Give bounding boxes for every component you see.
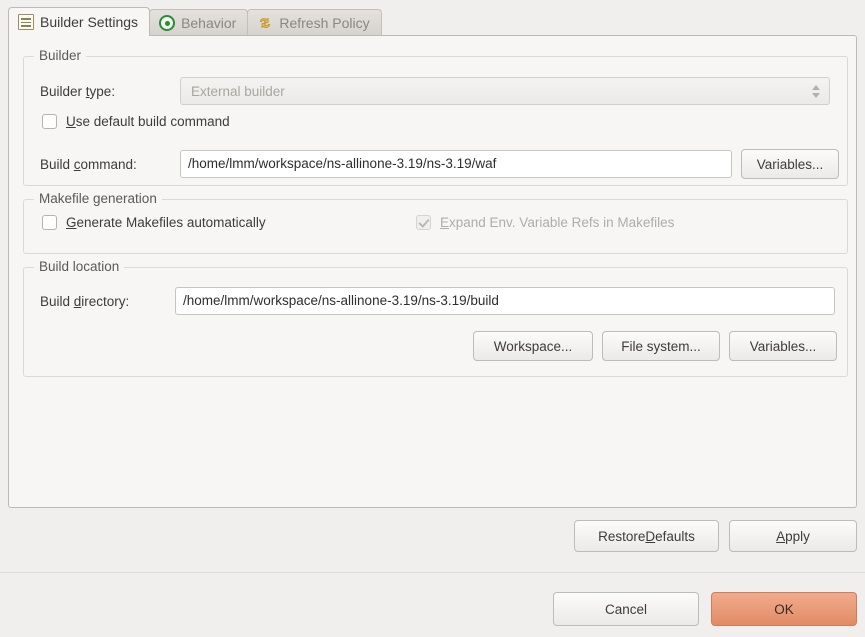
- tab-behavior[interactable]: Behavior: [149, 9, 249, 36]
- build-command-label-post: ommand:: [80, 156, 137, 172]
- tab-builder-settings-label: Builder Settings: [40, 14, 139, 30]
- tab-refresh-policy-label: Refresh Policy: [279, 15, 370, 31]
- makefile-generation-group: Makefile generation Generate Makefiles a…: [23, 191, 848, 254]
- expand-env-label-mnemonic: E: [440, 215, 450, 230]
- build-directory-label-post: irectory:: [81, 293, 130, 309]
- generate-makefiles-label-mnemonic: G: [66, 215, 77, 230]
- build-directory-label: Build directory:: [40, 294, 175, 309]
- apply-post: pply: [785, 528, 810, 544]
- build-command-row: Build command: /home/lmm/workspace/ns-al…: [40, 149, 839, 179]
- restore-defaults-post: efaults: [655, 528, 695, 544]
- builder-type-value: External builder: [191, 83, 285, 99]
- generate-makefiles-checkbox[interactable]: Generate Makefiles automatically: [42, 215, 266, 230]
- builder-type-combo[interactable]: External builder: [180, 77, 830, 105]
- builder-type-row: Builder type: External builder: [40, 77, 830, 105]
- workspace-button[interactable]: Workspace...: [473, 331, 593, 361]
- restore-defaults-pre: Restore: [598, 528, 646, 544]
- build-command-variables-button[interactable]: Variables...: [741, 149, 839, 179]
- use-default-build-command-row: Use default build command: [42, 114, 230, 129]
- spinner-arrows-icon[interactable]: [812, 84, 823, 98]
- dialog-buttons: Cancel OK: [553, 592, 857, 626]
- restore-defaults-mnemonic: D: [645, 528, 656, 544]
- use-default-build-command-checkbox[interactable]: Use default build command: [42, 114, 230, 129]
- generate-makefiles-row: Generate Makefiles automatically: [42, 215, 266, 230]
- builder-group-title: Builder: [34, 48, 87, 63]
- build-location-variables-button[interactable]: Variables...: [729, 331, 837, 361]
- footer-separator: [0, 572, 865, 573]
- tab-refresh-policy[interactable]: Refresh Policy: [247, 9, 382, 36]
- checkbox-box: [42, 215, 57, 230]
- use-default-label-post: se default build command: [75, 114, 230, 129]
- tab-behavior-label: Behavior: [181, 15, 237, 31]
- builder-type-label: Builder type:: [40, 84, 180, 99]
- expand-env-row: Expand Env. Variable Refs in Makefiles: [416, 215, 674, 230]
- tab-strip: Builder Settings Behavior Refresh Policy: [8, 7, 382, 36]
- use-default-build-command-label: Use default build command: [66, 114, 230, 129]
- apply-row: Restore Defaults Apply: [574, 520, 857, 552]
- build-directory-input[interactable]: /home/lmm/workspace/ns-allinone-3.19/ns-…: [175, 287, 835, 315]
- build-command-label-mnemonic: c: [73, 156, 81, 172]
- list-icon: [18, 14, 34, 30]
- build-directory-row: Build directory: /home/lmm/workspace/ns-…: [40, 287, 835, 315]
- cancel-button[interactable]: Cancel: [553, 592, 699, 626]
- builder-type-label-post: ype:: [89, 83, 116, 99]
- builder-type-label-pre: Builder: [40, 83, 86, 99]
- restore-defaults-button[interactable]: Restore Defaults: [574, 520, 719, 552]
- build-location-group: Build location Build directory: /home/lm…: [23, 259, 848, 377]
- file-system-button[interactable]: File system...: [602, 331, 720, 361]
- build-command-input[interactable]: /home/lmm/workspace/ns-allinone-3.19/ns-…: [180, 150, 732, 178]
- checkbox-box: [416, 215, 431, 230]
- apply-button[interactable]: Apply: [729, 520, 857, 552]
- builder-settings-panel: Builder Builder type: External builder U…: [8, 35, 857, 508]
- expand-env-label-post: xpand Env. Variable Refs in Makefiles: [449, 215, 675, 230]
- expand-env-variable-refs-checkbox: Expand Env. Variable Refs in Makefiles: [416, 215, 674, 230]
- builder-group: Builder Builder type: External builder U…: [23, 48, 848, 186]
- generate-makefiles-label-post: enerate Makefiles automatically: [76, 215, 266, 230]
- tab-builder-settings[interactable]: Builder Settings: [8, 7, 151, 36]
- ok-button[interactable]: OK: [711, 592, 857, 626]
- use-default-label-mnemonic: U: [66, 114, 76, 129]
- build-command-label: Build command:: [40, 157, 180, 172]
- apply-mnemonic: A: [776, 528, 786, 544]
- makefile-generation-group-title: Makefile generation: [34, 191, 162, 206]
- build-location-group-title: Build location: [34, 259, 125, 274]
- target-icon: [159, 15, 176, 31]
- build-command-label-pre: Build: [40, 156, 74, 172]
- build-directory-label-pre: Build: [40, 293, 74, 309]
- refresh-arrows-icon: [257, 15, 273, 31]
- generate-makefiles-label: Generate Makefiles automatically: [66, 215, 266, 230]
- checkbox-box: [42, 114, 57, 129]
- expand-env-variable-refs-label: Expand Env. Variable Refs in Makefiles: [440, 215, 674, 230]
- build-location-buttons: Workspace... File system... Variables...: [473, 331, 837, 361]
